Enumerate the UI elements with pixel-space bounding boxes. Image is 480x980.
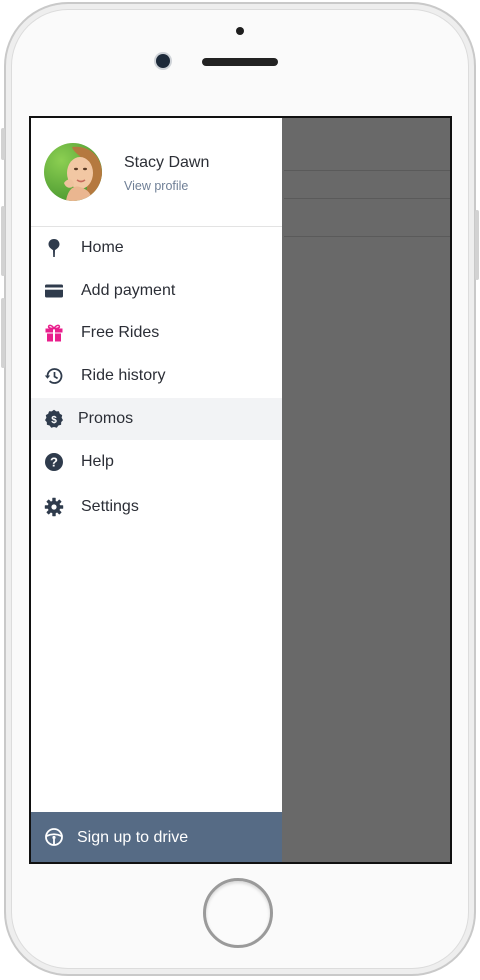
avatar[interactable] — [44, 143, 102, 201]
svg-text:?: ? — [50, 455, 58, 470]
user-name: Stacy Dawn — [124, 154, 210, 171]
front-camera — [156, 54, 170, 68]
menu-item-label: Ride history — [81, 367, 166, 384]
overlay-divider — [284, 198, 450, 199]
volume-down-button — [1, 298, 5, 368]
dollar-circle-icon: $ — [45, 409, 63, 428]
menu-item-ride-history[interactable]: Ride history — [31, 355, 282, 397]
menu-item-label: Add payment — [81, 282, 176, 299]
menu-item-add-payment[interactable]: Add payment — [31, 270, 282, 312]
help-circle-icon: ? — [45, 453, 63, 471]
power-button — [475, 210, 479, 280]
earpiece-speaker — [202, 58, 278, 66]
menu-item-settings[interactable]: Settings — [31, 486, 282, 528]
steering-wheel-icon — [45, 828, 63, 846]
gear-icon — [44, 497, 64, 517]
volume-up-button — [1, 206, 5, 276]
menu-item-label: Settings — [81, 498, 139, 515]
gift-icon — [45, 324, 63, 342]
menu-item-home[interactable]: Home — [31, 227, 282, 269]
navigation-drawer: Stacy Dawn View profile Home Add payment — [31, 118, 282, 862]
home-button[interactable] — [203, 878, 273, 948]
credit-card-icon — [45, 284, 63, 298]
svg-text:$: $ — [51, 415, 57, 426]
overlay-divider — [284, 236, 450, 237]
proximity-sensor — [236, 27, 244, 35]
menu-item-promos[interactable]: $ Promos — [31, 398, 282, 440]
screen: Stacy Dawn View profile Home Add payment — [29, 116, 452, 864]
menu-item-help[interactable]: ? Help — [31, 441, 282, 483]
menu-item-label: Promos — [78, 410, 134, 427]
history-icon — [44, 368, 63, 384]
view-profile-link[interactable]: View profile — [124, 179, 188, 193]
menu-item-free-rides[interactable]: Free Rides — [31, 312, 282, 354]
sign-up-to-drive-button[interactable]: Sign up to drive — [31, 812, 282, 862]
location-pin-icon — [48, 239, 60, 257]
mute-switch — [1, 128, 5, 160]
profile-header[interactable]: Stacy Dawn View profile — [31, 118, 282, 227]
menu-item-label: Help — [81, 453, 114, 470]
sign-up-to-drive-label: Sign up to drive — [77, 829, 189, 846]
menu-item-label: Home — [81, 239, 124, 256]
overlay-divider — [284, 170, 450, 171]
menu-item-label: Free Rides — [81, 324, 160, 341]
